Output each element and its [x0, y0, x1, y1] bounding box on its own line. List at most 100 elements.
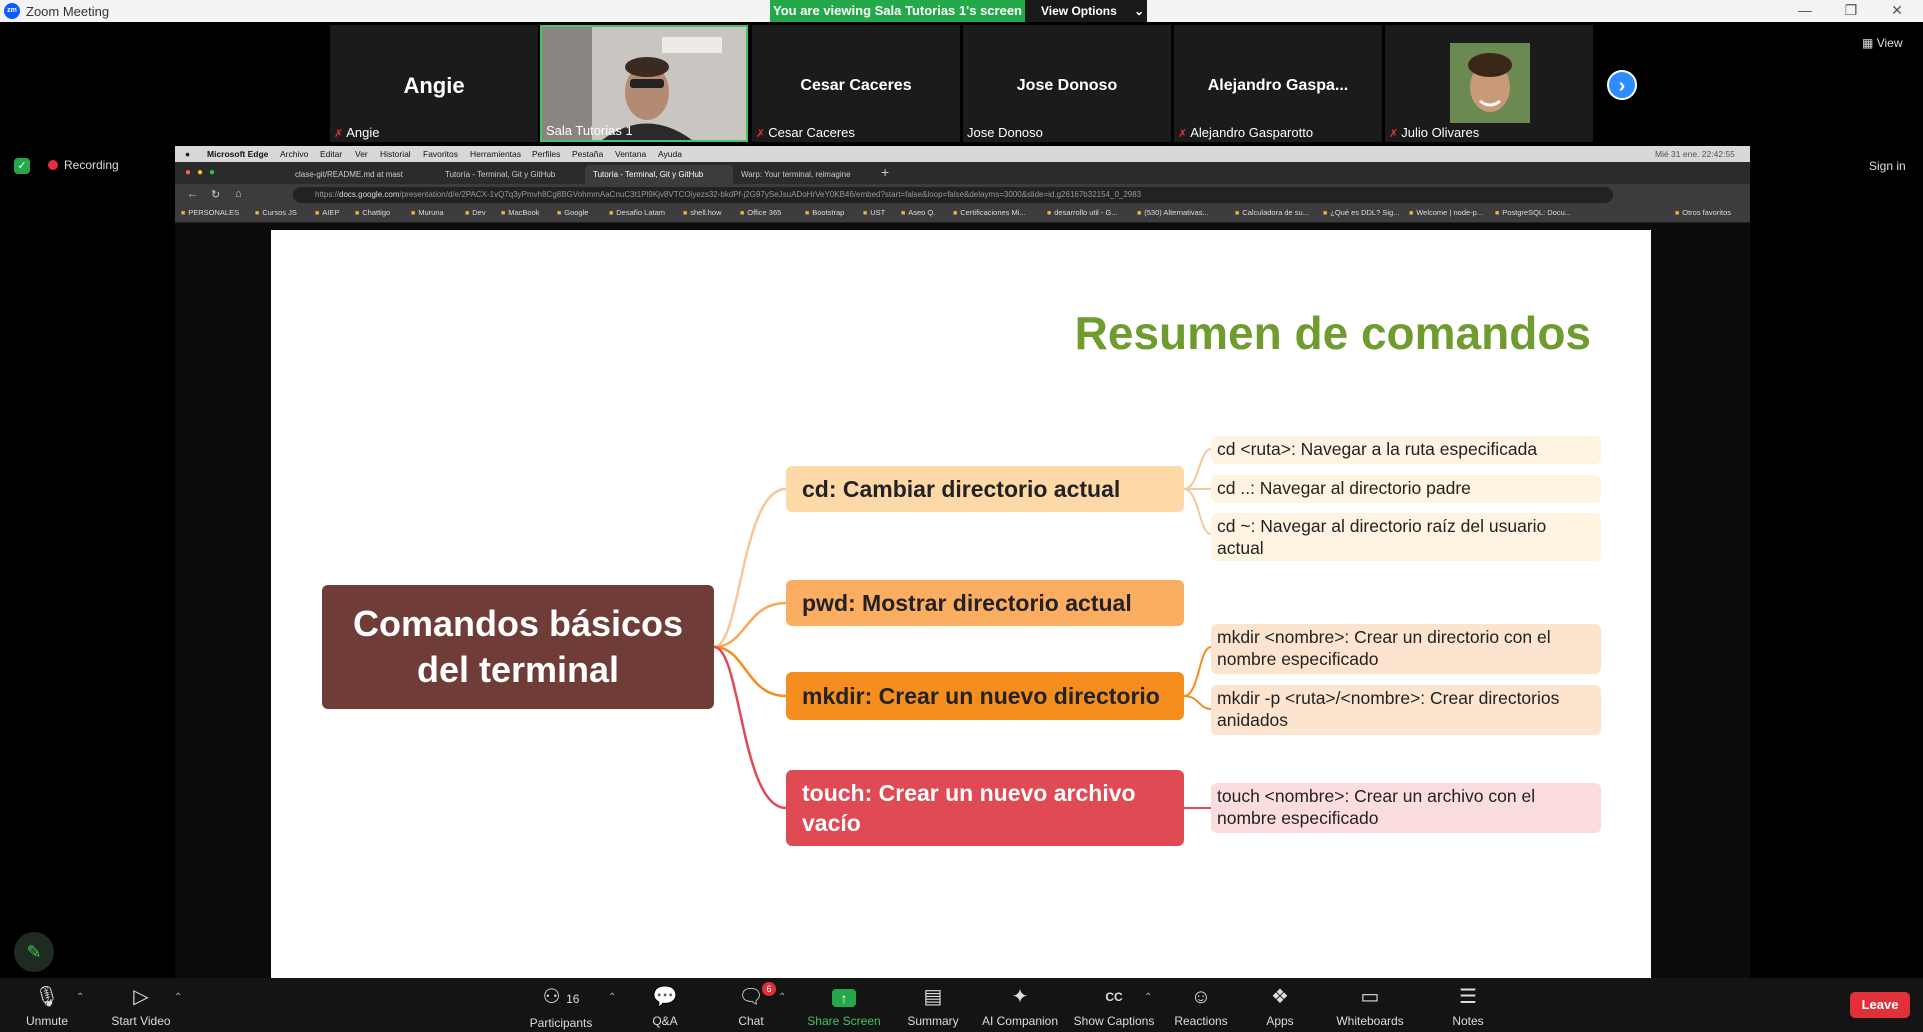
muted-mic-icon: 🎙: [34, 986, 60, 1008]
participant-tile[interactable]: Jose Donoso Jose Donoso: [963, 25, 1171, 142]
bookmark-item[interactable]: PostgreSQL: Docu...: [1495, 208, 1571, 217]
bookmark-item[interactable]: PERSONALES: [181, 208, 239, 217]
bookmark-item[interactable]: Desafío Latam: [609, 208, 665, 217]
leave-button[interactable]: Leave: [1850, 992, 1910, 1018]
bookmark-item[interactable]: Cursos JS: [255, 208, 297, 217]
muted-mic-icon: ✗: [756, 128, 766, 140]
show-captions-button[interactable]: CC Show Captions: [1072, 984, 1156, 1028]
restore-icon[interactable]: ❐: [1836, 2, 1866, 19]
grid-icon: ▦: [1862, 36, 1874, 50]
participants-icon: ⚇ 16: [542, 986, 580, 1008]
bookmark-item[interactable]: UST: [863, 208, 885, 217]
bookmark-item[interactable]: MacBook: [501, 208, 539, 217]
participant-tile[interactable]: Alejandro Gaspa... ✗ Alejandro Gasparotto: [1174, 25, 1382, 142]
cd-subcommand: cd <ruta>: Navegar a la ruta especificad…: [1211, 436, 1601, 464]
bookmark-item[interactable]: Certificaciones Mi...: [953, 208, 1025, 217]
view-options-label: View Options: [1041, 4, 1117, 18]
summary-button[interactable]: ▤ Summary: [904, 984, 962, 1028]
whiteboards-button[interactable]: ▭ Whiteboards: [1330, 984, 1410, 1028]
participant-tile-active[interactable]: Sala Tutorias 1: [540, 25, 748, 142]
apps-button[interactable]: ❖ Apps: [1262, 984, 1298, 1028]
menu-item: Perfiles: [532, 149, 561, 159]
menu-item: Archivo: [280, 149, 309, 159]
participants-button[interactable]: ⚇ 16 Participants: [526, 984, 596, 1030]
bookmark-item[interactable]: AIEP: [315, 208, 339, 217]
new-tab-icon[interactable]: +: [881, 164, 889, 180]
browser-tab[interactable]: Tutoría - Terminal, Git y GitHub: [437, 165, 585, 184]
sign-in-link[interactable]: Sign in: [1869, 159, 1906, 173]
traffic-light-close-icon[interactable]: ●: [185, 167, 191, 178]
browser-toolbar: ← ↻ ⌂ https://docs.google.com/presentati…: [175, 184, 1750, 206]
view-options-button[interactable]: View Options ⌄: [1025, 0, 1147, 22]
menu-app: Microsoft Edge: [207, 149, 269, 159]
bookmark-item[interactable]: shell.how: [683, 208, 721, 217]
bookmark-item[interactable]: Dev: [465, 208, 485, 217]
summary-icon: ▤: [923, 986, 943, 1008]
participant-caption: ✗ Alejandro Gasparotto: [1178, 125, 1314, 140]
browser-tab[interactable]: Warp: Your terminal, reimagine: [733, 165, 883, 184]
traffic-light-zoom-icon[interactable]: ●: [209, 167, 215, 178]
menu-item: Historial: [380, 149, 411, 159]
share-screen-button[interactable]: ↑ Share Screen: [804, 984, 884, 1028]
participant-tile[interactable]: ✗ Julio Olivares: [1385, 25, 1593, 142]
start-video-button[interactable]: ▷ Start Video: [108, 984, 174, 1028]
mindmap-root: Comandos básicos del terminal: [322, 585, 714, 709]
browser-tab-active[interactable]: Tutoría - Terminal, Git y GitHub: [585, 165, 733, 184]
participant-caption: ✗ Julio Olivares: [1389, 125, 1480, 140]
minimize-icon[interactable]: —: [1790, 2, 1820, 18]
notes-button[interactable]: ☰ Notes: [1448, 984, 1488, 1028]
qa-button[interactable]: 💬 Q&A: [648, 984, 682, 1028]
participants-caret-icon[interactable]: ⌃: [608, 992, 616, 1003]
traffic-light-minimize-icon[interactable]: ●: [197, 167, 203, 178]
video-options-caret-icon[interactable]: ⌃: [174, 992, 182, 1003]
bookmark-item[interactable]: Otros favoritos: [1675, 208, 1731, 217]
unmute-button[interactable]: 🎙 Unmute: [22, 984, 72, 1028]
muted-mic-icon: ✗: [334, 128, 344, 140]
bookmark-item[interactable]: ¿Qué es DDL? Sig...: [1323, 208, 1399, 217]
bookmark-item[interactable]: (530) Alternativas...: [1137, 208, 1209, 217]
bookmark-item[interactable]: Muruna: [411, 208, 443, 217]
browser-tab[interactable]: clase-git/README.md at mast: [287, 165, 437, 184]
audio-options-caret-icon[interactable]: ⌃: [76, 992, 84, 1003]
bookmark-item[interactable]: Chattigo: [355, 208, 390, 217]
cd-subcommand: cd ..: Navegar al directorio padre: [1211, 475, 1601, 503]
presentation-slide: Resumen de comandos Comandos básicos del…: [271, 230, 1651, 978]
bookmark-item[interactable]: Calculadora de su...: [1235, 208, 1309, 217]
chat-button[interactable]: 🗨 6 Chat: [734, 982, 776, 1028]
home-icon[interactable]: ⌂: [235, 188, 242, 200]
bookmarks-bar: PERSONALES Cursos JS AIEP Chattigo Murun…: [175, 206, 1750, 223]
security-shield-icon[interactable]: ✓: [14, 158, 30, 174]
muted-mic-icon: ✗: [1178, 128, 1188, 140]
participant-tile[interactable]: Cesar Caceres ✗ Cesar Caceres: [752, 25, 960, 142]
bookmark-item[interactable]: Aseo Q.: [901, 208, 935, 217]
participant-caption: ✗ Cesar Caceres: [756, 125, 855, 140]
chat-caret-icon[interactable]: ⌃: [778, 992, 786, 1003]
mkdir-subcommand: mkdir -p <ruta>/<nombre>: Crear director…: [1211, 685, 1601, 735]
address-bar[interactable]: https://docs.google.com/presentation/d/e…: [293, 187, 1613, 203]
participant-tile[interactable]: Angie ✗ Angie: [330, 25, 538, 142]
close-icon[interactable]: ✕: [1882, 2, 1912, 19]
pencil-icon[interactable]: ✎: [14, 932, 54, 972]
recording-indicator[interactable]: Recording: [48, 158, 119, 172]
back-icon[interactable]: ←: [187, 188, 198, 200]
next-page-icon[interactable]: ›: [1607, 70, 1637, 100]
captions-caret-icon[interactable]: ⌃: [1144, 992, 1152, 1003]
participant-display-name: Cesar Caceres: [800, 77, 912, 94]
apple-icon: ●: [185, 149, 191, 159]
slide-title: Resumen de comandos: [1074, 307, 1591, 359]
bookmark-item[interactable]: desarrollo util - G...: [1047, 208, 1117, 217]
view-button[interactable]: ▦ View: [1862, 36, 1902, 50]
ai-companion-button[interactable]: ✦ AI Companion: [980, 984, 1060, 1028]
participant-display-name: Alejandro Gaspa...: [1207, 77, 1349, 94]
menu-item: Herramientas: [470, 149, 522, 159]
mkdir-subcommand: mkdir <nombre>: Crear un directorio con …: [1211, 624, 1601, 674]
reload-icon[interactable]: ↻: [211, 188, 220, 201]
bookmark-item[interactable]: Bootstrap: [805, 208, 844, 217]
participant-caption: ✗ Angie: [334, 125, 380, 140]
chevron-down-icon: ⌄: [1134, 4, 1145, 18]
bookmark-item[interactable]: Office 365: [740, 208, 781, 217]
bookmark-item[interactable]: Welcome | node-p...: [1409, 208, 1483, 217]
bookmark-item[interactable]: Google: [557, 208, 588, 217]
command-cd: cd: Cambiar directorio actual: [786, 466, 1184, 512]
reactions-button[interactable]: ☺ Reactions: [1170, 984, 1232, 1028]
